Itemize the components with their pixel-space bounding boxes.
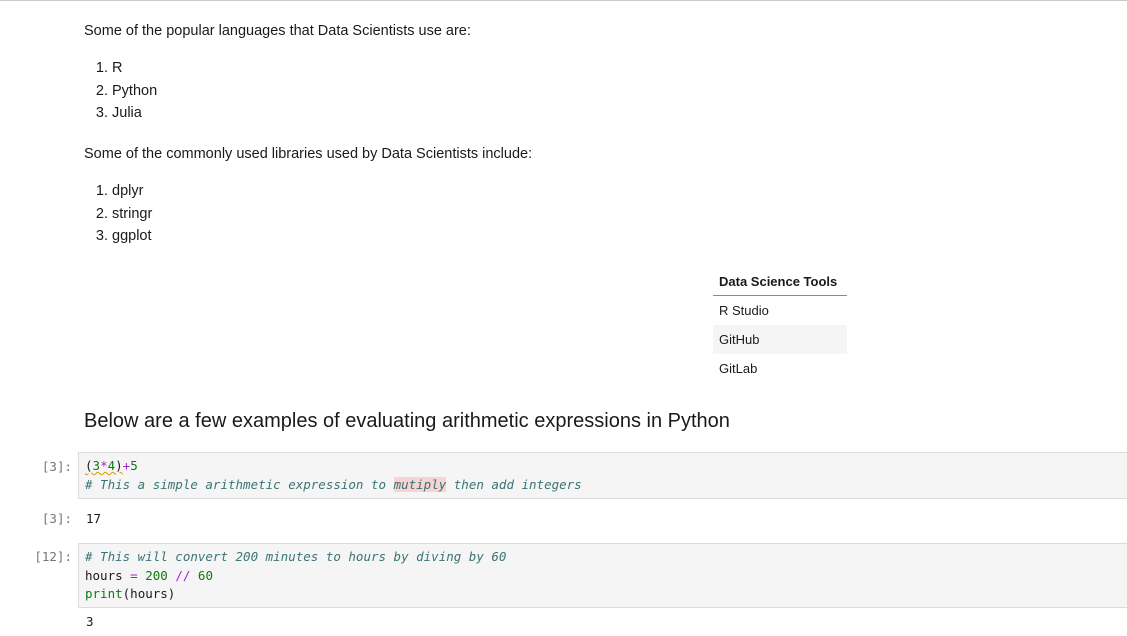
list-item: ggplot: [112, 225, 152, 248]
list-item: Julia: [112, 102, 157, 125]
code-token: 3: [92, 458, 101, 473]
input-prompt: [3]:: [41, 459, 72, 474]
languages-list: R Python Julia: [84, 57, 157, 125]
list-item: dplyr: [112, 180, 152, 203]
table-cell: GitLab: [719, 361, 758, 376]
list-item: R: [112, 57, 157, 80]
libraries-intro: Some of the commonly used libraries used…: [84, 146, 533, 162]
code-token: (: [85, 458, 93, 473]
output-prompt: [3]:: [41, 511, 72, 526]
code-comment-line: # This will convert 200 minutes to hours…: [85, 549, 507, 564]
list-item: stringr: [112, 203, 152, 226]
code-token: print: [85, 586, 123, 601]
misspelled-word[interactable]: mutiply: [393, 476, 447, 492]
languages-intro: Some of the popular languages that Data …: [84, 23, 471, 39]
libraries-list: dplyr stringr ggplot: [84, 180, 152, 248]
table-row: GitHub: [713, 325, 847, 354]
code-token: (hours): [122, 586, 176, 601]
code-token: ): [115, 458, 123, 473]
code-token: *: [100, 458, 108, 473]
code-line: hours = 200 // 60: [85, 567, 1127, 586]
code-line: (3*4)+5: [85, 457, 1127, 476]
code-token: 200: [145, 567, 168, 583]
code-token: //: [175, 567, 191, 583]
tools-table: Data Science Tools R Studio GitHub GitLa…: [713, 268, 847, 383]
arithmetic-heading: Below are a few examples of evaluating a…: [84, 410, 730, 432]
code-cell-2[interactable]: # This will convert 200 minutes to hours…: [78, 543, 1127, 608]
code-token: (3*4): [85, 458, 123, 473]
code-line: print(hours): [85, 585, 1127, 604]
cell-output: 3: [86, 614, 94, 629]
table-row: R Studio: [713, 296, 847, 326]
table-cell: R Studio: [719, 303, 769, 318]
table-row: GitLab: [713, 354, 847, 383]
code-token: 4: [107, 458, 116, 473]
code-token: 60: [197, 567, 213, 583]
list-item: Python: [112, 80, 157, 103]
code-cell-1[interactable]: (3*4)+5 # This a simple arithmetic expre…: [78, 452, 1127, 499]
code-token: =: [130, 567, 138, 583]
table-cell: GitHub: [713, 325, 847, 354]
code-token: # This a simple arithmetic expression to: [85, 476, 394, 492]
code-token: hours: [85, 567, 131, 583]
table-header: Data Science Tools: [713, 268, 847, 296]
input-prompt: [12]:: [34, 549, 72, 564]
code-token: then add integers: [446, 476, 582, 492]
code-comment-line: # This a simple arithmetic expression to…: [85, 476, 1127, 495]
code-token: 5: [130, 458, 138, 473]
top-divider: [0, 0, 1127, 1]
cell-output: 17: [86, 511, 102, 526]
